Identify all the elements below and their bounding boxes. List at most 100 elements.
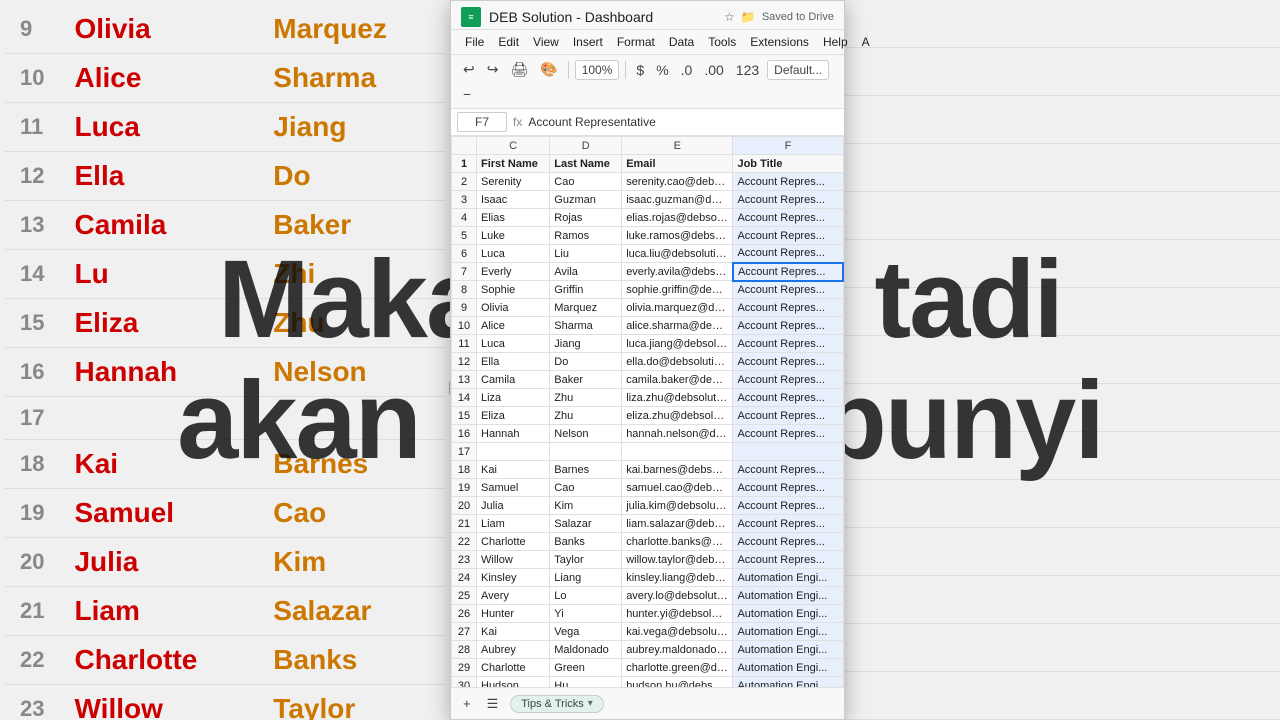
last-name-cell[interactable]: Green bbox=[550, 659, 622, 677]
minus-btn[interactable]: − bbox=[459, 84, 475, 104]
email-cell[interactable]: sophie.griffin@debsolution.com bbox=[622, 281, 733, 299]
email-cell[interactable]: luca.liu@debsolution.com bbox=[622, 245, 733, 263]
job-cell[interactable]: Account Repres... bbox=[733, 371, 843, 389]
job-cell[interactable]: Account Repres... bbox=[733, 209, 843, 227]
print-btn[interactable]: 🖨 bbox=[506, 59, 532, 80]
last-name-cell[interactable]: Lo bbox=[550, 587, 622, 605]
last-name-cell[interactable]: Kim bbox=[550, 497, 622, 515]
first-name-cell[interactable]: Aubrey bbox=[477, 641, 550, 659]
last-name-cell[interactable]: Barnes bbox=[550, 461, 622, 479]
format-dropdown[interactable]: Default... bbox=[767, 60, 829, 80]
email-cell[interactable]: isaac.guzman@debsolution.com bbox=[622, 191, 733, 209]
first-name-cell[interactable]: Charlotte bbox=[477, 533, 550, 551]
job-cell[interactable]: Automation Engi... bbox=[733, 605, 843, 623]
job-cell[interactable]: Account Repres... bbox=[733, 389, 843, 407]
decimal-inc-btn[interactable]: .00 bbox=[700, 60, 727, 80]
job-cell[interactable]: Automation Engi... bbox=[733, 569, 843, 587]
folder-icon[interactable]: 📁 bbox=[741, 10, 756, 24]
tips-tricks-tab[interactable]: Tips & Tricks ▾ bbox=[510, 695, 604, 713]
first-name-cell[interactable]: Serenity bbox=[477, 173, 550, 191]
last-name-cell[interactable]: Salazar bbox=[550, 515, 622, 533]
sheet-list-btn[interactable]: ☰ bbox=[483, 694, 503, 714]
last-name-cell[interactable]: Sharma bbox=[550, 317, 622, 335]
first-name-cell[interactable]: Luca bbox=[477, 335, 550, 353]
decimal-dec-btn[interactable]: .0 bbox=[677, 60, 697, 80]
last-name-cell[interactable]: Griffin bbox=[550, 281, 622, 299]
job-cell[interactable]: Account Repres... bbox=[733, 335, 843, 353]
first-name-cell[interactable] bbox=[477, 443, 550, 461]
job-cell[interactable]: Automation Engi... bbox=[733, 587, 843, 605]
email-cell[interactable]: kai.barnes@debsolution.com bbox=[622, 461, 733, 479]
col-d-header[interactable]: D bbox=[550, 137, 622, 155]
job-cell[interactable] bbox=[733, 443, 843, 461]
last-name-header[interactable]: Last Name bbox=[550, 155, 622, 173]
email-cell[interactable] bbox=[622, 443, 733, 461]
email-cell[interactable]: hudson.hu@debsolution.com bbox=[622, 677, 733, 688]
zoom-control[interactable]: 100% bbox=[575, 60, 620, 80]
email-cell[interactable]: camila.baker@debsolution.com bbox=[622, 371, 733, 389]
menu-tools[interactable]: Tools bbox=[702, 32, 742, 52]
last-name-cell[interactable]: Taylor bbox=[550, 551, 622, 569]
first-name-cell[interactable]: Everly bbox=[477, 263, 550, 281]
email-cell[interactable]: charlotte.green@debsolution.com bbox=[622, 659, 733, 677]
job-cell[interactable]: Account Repres... bbox=[733, 245, 843, 263]
job-cell[interactable]: Account Repres... bbox=[733, 353, 843, 371]
last-name-cell[interactable]: Liang bbox=[550, 569, 622, 587]
first-name-cell[interactable]: Eliza bbox=[477, 407, 550, 425]
last-name-cell[interactable]: Yi bbox=[550, 605, 622, 623]
last-name-cell[interactable]: Cao bbox=[550, 479, 622, 497]
last-name-cell[interactable]: Nelson bbox=[550, 425, 622, 443]
last-name-cell[interactable]: Banks bbox=[550, 533, 622, 551]
job-cell[interactable]: Account Repres... bbox=[733, 515, 843, 533]
email-cell[interactable]: hannah.nelson@debsolution.com bbox=[622, 425, 733, 443]
first-name-cell[interactable]: Ella bbox=[477, 353, 550, 371]
job-cell[interactable]: Account Repres... bbox=[733, 227, 843, 245]
email-cell[interactable]: willow.taylor@debsolution.com bbox=[622, 551, 733, 569]
job-cell[interactable]: Account Repres... bbox=[733, 317, 843, 335]
email-cell[interactable]: charlotte.banks@debsolution.com bbox=[622, 533, 733, 551]
first-name-cell[interactable]: Isaac bbox=[477, 191, 550, 209]
last-name-cell[interactable]: Ramos bbox=[550, 227, 622, 245]
first-name-cell[interactable]: Elias bbox=[477, 209, 550, 227]
email-header[interactable]: Email bbox=[622, 155, 733, 173]
email-cell[interactable]: samuel.cao@debsolution.com bbox=[622, 479, 733, 497]
job-cell[interactable]: Automation Engi... bbox=[733, 641, 843, 659]
first-name-cell[interactable]: Willow bbox=[477, 551, 550, 569]
job-cell[interactable]: Account Repres... bbox=[733, 497, 843, 515]
job-cell[interactable]: Automation Engi... bbox=[733, 659, 843, 677]
email-cell[interactable]: luca.jiang@debsolution.com bbox=[622, 335, 733, 353]
first-name-cell[interactable]: Charlotte bbox=[477, 659, 550, 677]
menu-account-a[interactable]: A bbox=[856, 32, 876, 52]
menu-data[interactable]: Data bbox=[663, 32, 700, 52]
menu-edit[interactable]: Edit bbox=[492, 32, 525, 52]
email-cell[interactable]: serenity.cao@debsolution.com bbox=[622, 173, 733, 191]
job-cell[interactable]: Account Repres... bbox=[733, 461, 843, 479]
first-name-cell[interactable]: Sophie bbox=[477, 281, 550, 299]
col-c-header[interactable]: C bbox=[477, 137, 550, 155]
email-cell[interactable]: alice.sharma@debsolution.com bbox=[622, 317, 733, 335]
last-name-cell[interactable] bbox=[550, 443, 622, 461]
percent-btn[interactable]: % bbox=[652, 60, 672, 80]
number-format-btn[interactable]: 123 bbox=[732, 60, 763, 80]
last-name-cell[interactable]: Marquez bbox=[550, 299, 622, 317]
last-name-cell[interactable]: Avila bbox=[550, 263, 622, 281]
job-cell[interactable]: Account Repres... bbox=[733, 299, 843, 317]
last-name-cell[interactable]: Liu bbox=[550, 245, 622, 263]
email-cell[interactable]: elias.rojas@debsolution.com bbox=[622, 209, 733, 227]
email-cell[interactable]: liam.salazar@debsolution.com bbox=[622, 515, 733, 533]
menu-file[interactable]: File bbox=[459, 32, 490, 52]
last-name-cell[interactable]: Zhu bbox=[550, 407, 622, 425]
email-cell[interactable]: liza.zhu@debsolution.com bbox=[622, 389, 733, 407]
job-cell[interactable]: Account Repres... bbox=[733, 479, 843, 497]
email-cell[interactable]: kai.vega@debsolution.com bbox=[622, 623, 733, 641]
last-name-cell[interactable]: Vega bbox=[550, 623, 622, 641]
job-cell[interactable]: Automation Engi... bbox=[733, 623, 843, 641]
email-cell[interactable]: julia.kim@debsolution.com bbox=[622, 497, 733, 515]
email-cell[interactable]: aubrey.maldonado@debsolution.com bbox=[622, 641, 733, 659]
last-name-cell[interactable]: Guzman bbox=[550, 191, 622, 209]
first-name-cell[interactable]: Hannah bbox=[477, 425, 550, 443]
email-cell[interactable]: olivia.marquez@debsolution.com bbox=[622, 299, 733, 317]
first-name-cell[interactable]: Kai bbox=[477, 461, 550, 479]
redo-btn[interactable]: ↪ bbox=[483, 59, 503, 80]
first-name-cell[interactable]: Samuel bbox=[477, 479, 550, 497]
